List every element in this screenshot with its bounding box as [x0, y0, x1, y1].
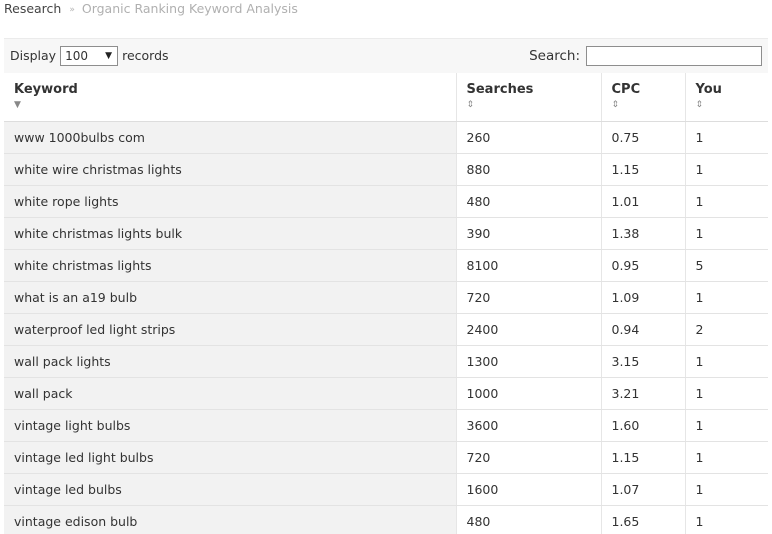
- cpc-cell: 1.01: [600, 185, 685, 218]
- keyword-cell: www 1000bulbs com: [4, 121, 456, 154]
- caret-down-icon: ▼: [105, 51, 113, 61]
- you-cell: 1: [684, 153, 768, 186]
- you-cell: 1: [684, 505, 768, 534]
- you-cell: 1: [684, 281, 768, 314]
- table-header-row: Keyword ▼ Searches ⇕ CPC ⇕ You ⇕: [4, 73, 768, 122]
- you-cell: 1: [684, 473, 768, 506]
- table-row: white christmas lights 8100 0.95 5: [4, 249, 768, 282]
- table-controls: Display 100 ▼ records Search:: [4, 38, 768, 73]
- keyword-cell: white wire christmas lights: [4, 153, 456, 186]
- records-label: records: [122, 48, 169, 63]
- you-cell: 1: [684, 121, 768, 154]
- table-row: vintage light bulbs 3600 1.60 1: [4, 409, 768, 442]
- keyword-table: Keyword ▼ Searches ⇕ CPC ⇕ You ⇕ www 1000bul…: [4, 73, 768, 534]
- cpc-cell: 1.65: [600, 505, 685, 534]
- table-row: waterproof led light strips 2400 0.94 2: [4, 313, 768, 346]
- records-length-control: Display 100 ▼ records: [10, 46, 169, 66]
- keyword-cell: wall pack: [4, 377, 456, 410]
- searches-cell: 390: [455, 217, 601, 250]
- search-label: Search:: [529, 48, 580, 64]
- column-header-you[interactable]: You ⇕: [684, 73, 768, 122]
- search-control: Search:: [529, 46, 762, 66]
- cpc-cell: 1.07: [600, 473, 685, 506]
- records-per-page-select[interactable]: 100 ▼: [60, 46, 119, 66]
- table-row: wall pack 1000 3.21 1: [4, 377, 768, 410]
- sort-both-icon: ⇕: [466, 100, 475, 110]
- search-input[interactable]: [586, 46, 762, 66]
- you-cell: 1: [684, 345, 768, 378]
- keyword-cell: vintage edison bulb: [4, 505, 456, 534]
- sort-both-icon: ⇕: [695, 100, 704, 110]
- table-row: www 1000bulbs com 260 0.75 1: [4, 121, 768, 154]
- searches-cell: 1300: [455, 345, 601, 378]
- searches-cell: 480: [455, 505, 601, 534]
- table-row: vintage led bulbs 1600 1.07 1: [4, 473, 768, 506]
- keyword-cell: wall pack lights: [4, 345, 456, 378]
- searches-cell: 880: [455, 153, 601, 186]
- searches-cell: 260: [455, 121, 601, 154]
- table-row: white wire christmas lights 880 1.15 1: [4, 153, 768, 186]
- breadcrumb-research[interactable]: Research: [4, 1, 61, 16]
- keyword-cell: white christmas lights: [4, 249, 456, 282]
- table-row: white christmas lights bulk 390 1.38 1: [4, 217, 768, 250]
- sort-descending-icon: ▼: [14, 100, 21, 110]
- you-cell: 1: [684, 441, 768, 474]
- searches-cell: 720: [455, 281, 601, 314]
- column-header-cpc[interactable]: CPC ⇕: [600, 73, 685, 122]
- searches-cell: 1600: [455, 473, 601, 506]
- column-header-searches[interactable]: Searches ⇕: [455, 73, 601, 122]
- you-cell: 1: [684, 217, 768, 250]
- you-cell: 1: [684, 185, 768, 218]
- keyword-cell: white christmas lights bulk: [4, 217, 456, 250]
- keyword-table-panel: Display 100 ▼ records Search: Keyword ▼ Sear…: [4, 38, 768, 534]
- searches-cell: 3600: [455, 409, 601, 442]
- cpc-cell: 0.75: [600, 121, 685, 154]
- keyword-cell: vintage led bulbs: [4, 473, 456, 506]
- searches-cell: 720: [455, 441, 601, 474]
- you-cell: 5: [684, 249, 768, 282]
- table-row: vintage led light bulbs 720 1.15 1: [4, 441, 768, 474]
- cpc-cell: 1.38: [600, 217, 685, 250]
- cpc-cell: 0.94: [600, 313, 685, 346]
- cpc-cell: 3.21: [600, 377, 685, 410]
- searches-cell: 1000: [455, 377, 601, 410]
- cpc-cell: 3.15: [600, 345, 685, 378]
- table-row: vintage edison bulb 480 1.65 1: [4, 505, 768, 534]
- cpc-cell: 1.15: [600, 441, 685, 474]
- cpc-cell: 1.09: [600, 281, 685, 314]
- searches-cell: 480: [455, 185, 601, 218]
- keyword-cell: what is an a19 bulb: [4, 281, 456, 314]
- table-row: wall pack lights 1300 3.15 1: [4, 345, 768, 378]
- keyword-cell: white rope lights: [4, 185, 456, 218]
- cpc-cell: 1.15: [600, 153, 685, 186]
- column-header-keyword[interactable]: Keyword ▼: [4, 73, 456, 122]
- breadcrumb-current: Organic Ranking Keyword Analysis: [81, 1, 298, 16]
- breadcrumb-separator-icon: »: [69, 5, 75, 15]
- you-cell: 1: [684, 377, 768, 410]
- table-row: what is an a19 bulb 720 1.09 1: [4, 281, 768, 314]
- cpc-cell: 1.60: [600, 409, 685, 442]
- searches-cell: 8100: [455, 249, 601, 282]
- cpc-cell: 0.95: [600, 249, 685, 282]
- keyword-cell: vintage light bulbs: [4, 409, 456, 442]
- searches-cell: 2400: [455, 313, 601, 346]
- records-per-page-value: 100: [65, 49, 88, 63]
- breadcrumb: Research » Organic Ranking Keyword Analysi…: [4, 0, 298, 18]
- you-cell: 1: [684, 409, 768, 442]
- sort-both-icon: ⇕: [611, 100, 620, 110]
- you-cell: 2: [684, 313, 768, 346]
- display-label: Display: [10, 48, 57, 63]
- keyword-cell: vintage led light bulbs: [4, 441, 456, 474]
- table-row: white rope lights 480 1.01 1: [4, 185, 768, 218]
- keyword-cell: waterproof led light strips: [4, 313, 456, 346]
